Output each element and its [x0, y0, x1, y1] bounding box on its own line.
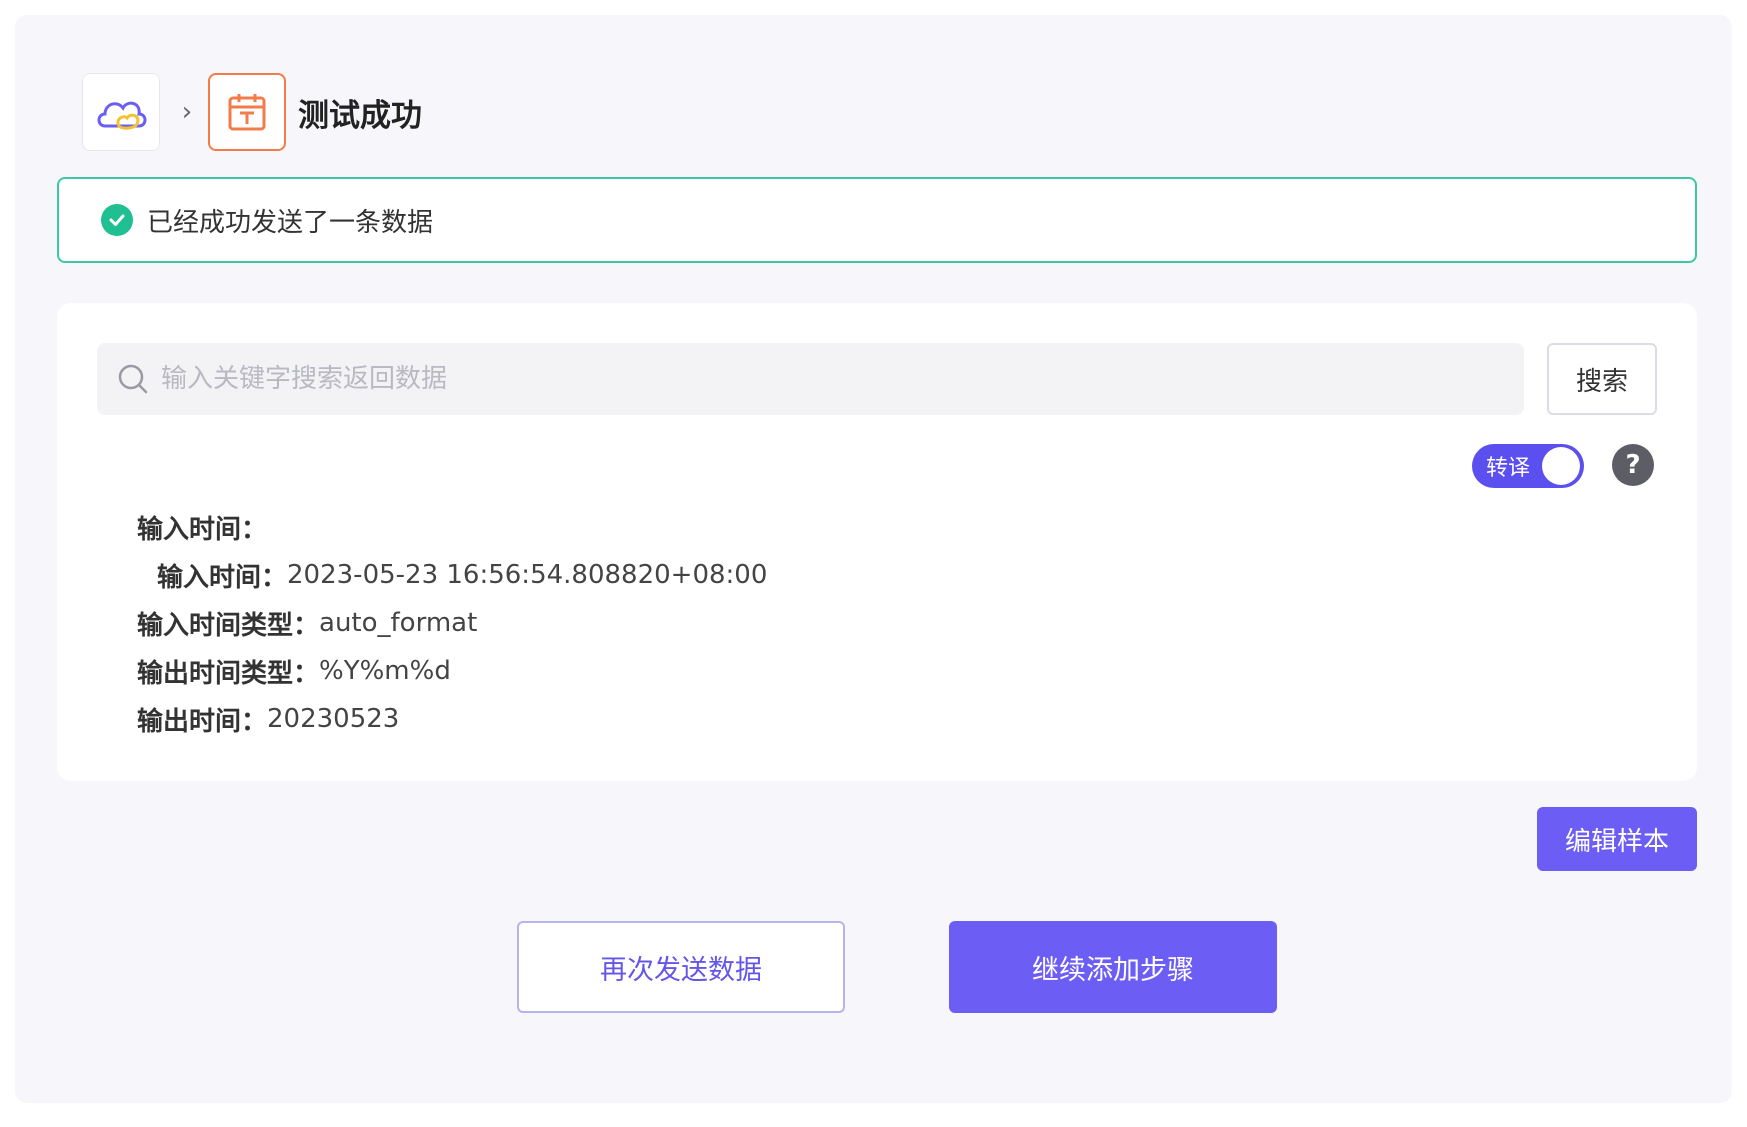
data-field-row: 输出时间： 20230523	[137, 695, 767, 743]
returned-data-list: 输入时间： 输入时间： 2023-05-23 16:56:54.808820+0…	[137, 503, 767, 743]
resend-data-button[interactable]: 再次发送数据	[517, 921, 845, 1013]
search-button[interactable]: 搜索	[1547, 343, 1657, 415]
result-card: 搜索 转译 ? 输入时间： 输入时间： 2023-05-23 16:56:54.…	[57, 303, 1697, 781]
field-value: %Y%m%d	[319, 656, 451, 686]
toggle-knob	[1542, 447, 1580, 485]
app-icon-box[interactable]	[82, 73, 160, 151]
field-key: 输出时间类型：	[137, 658, 320, 689]
page-title: 测试成功	[298, 97, 422, 134]
data-field-row: 输入时间：	[137, 503, 767, 551]
field-key: 输入时间类型：	[137, 610, 320, 641]
success-alert: 已经成功发送了一条数据	[57, 177, 1697, 263]
data-field-row: 输出时间类型： %Y%m%d	[137, 647, 767, 695]
search-input[interactable]	[159, 348, 1524, 410]
cloud-icon	[97, 101, 147, 130]
data-field-row: 输入时间类型： auto_format	[137, 599, 767, 647]
translate-toggle[interactable]: 转译	[1472, 444, 1584, 488]
continue-add-step-button[interactable]: 继续添加步骤	[949, 921, 1277, 1013]
field-key: 输出时间：	[137, 706, 268, 737]
search-bar	[97, 343, 1524, 415]
breadcrumb: › 测试成功	[82, 72, 422, 152]
data-field-row: 输入时间： 2023-05-23 16:56:54.808820+08:00	[137, 551, 767, 599]
field-key: 输入时间：	[137, 514, 268, 545]
step-icon-box[interactable]	[208, 73, 286, 151]
field-value: 2023-05-23 16:56:54.808820+08:00	[287, 560, 768, 590]
field-value: auto_format	[319, 608, 478, 638]
alert-message: 已经成功发送了一条数据	[147, 207, 434, 238]
toggle-label: 转译	[1486, 456, 1531, 481]
calendar-icon	[228, 94, 266, 131]
edit-sample-button[interactable]: 编辑样本	[1537, 807, 1697, 871]
check-circle-icon	[101, 204, 133, 236]
search-icon	[115, 361, 151, 397]
help-icon[interactable]: ?	[1612, 444, 1654, 486]
field-key: 输入时间：	[157, 562, 288, 593]
field-value: 20230523	[267, 704, 400, 734]
test-result-panel: › 测试成功 已经成功发送了一条数据 搜索 转译	[15, 15, 1732, 1103]
chevron-right-icon: ›	[181, 97, 193, 127]
